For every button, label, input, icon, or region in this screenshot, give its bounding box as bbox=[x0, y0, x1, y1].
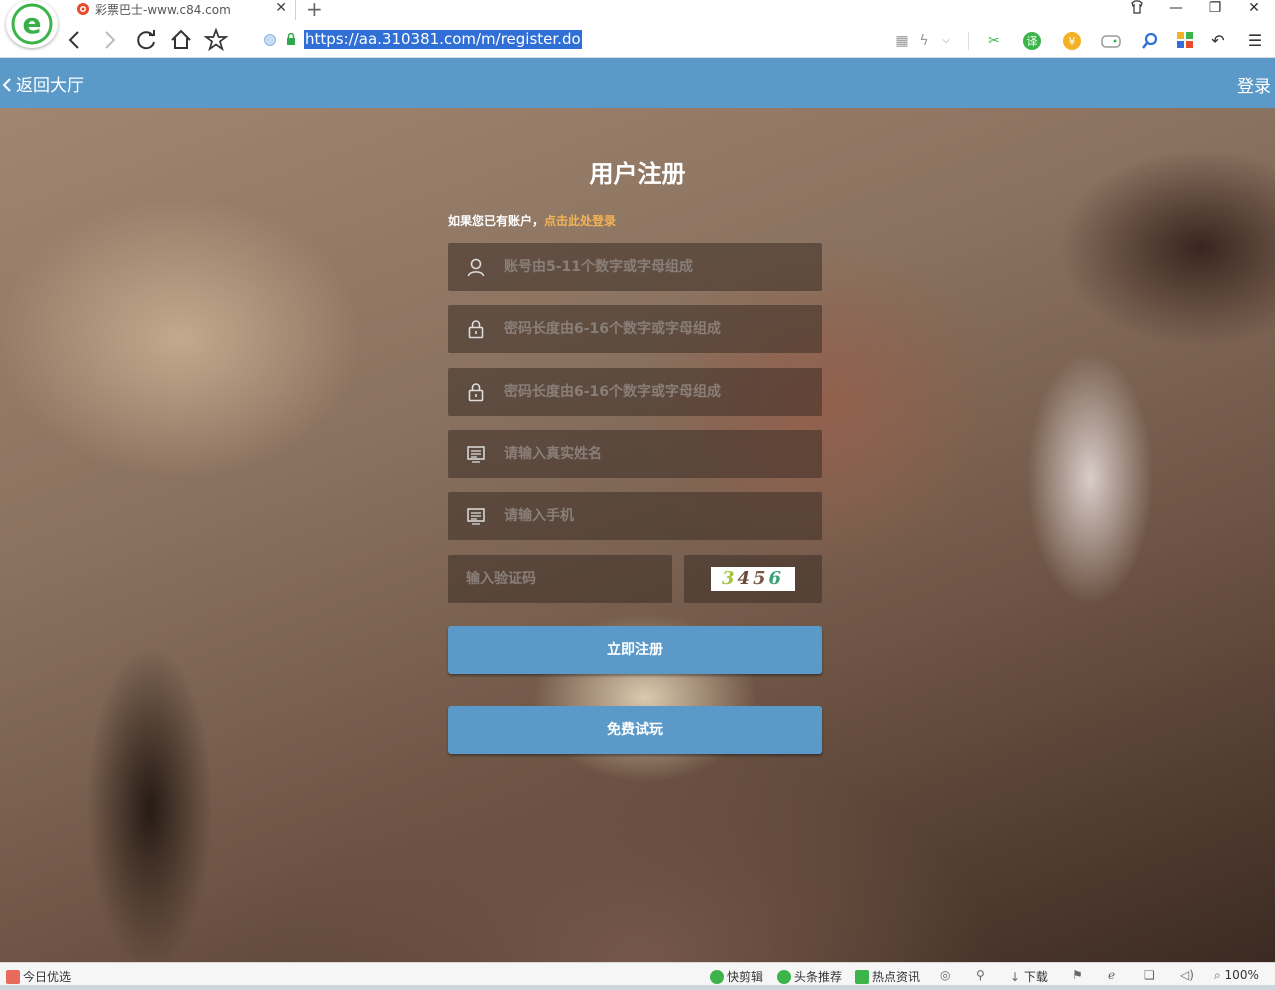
minimize-icon[interactable]: — bbox=[1161, 0, 1191, 16]
star-icon[interactable] bbox=[203, 27, 229, 53]
url-text[interactable]: https://aa.310381.com/m/register.do bbox=[304, 30, 582, 49]
flag-icon[interactable]: ⚑ bbox=[1072, 968, 1083, 982]
quick-cut-label: 快剪辑 bbox=[727, 970, 764, 984]
browser-chrome: e 彩票巴士-www.c84.com ✕ + — ❐ ✕ https://aa.… bbox=[0, 0, 1275, 58]
username-input[interactable] bbox=[504, 243, 804, 291]
scissors-icon[interactable]: ✂ bbox=[984, 31, 1004, 51]
have-account-line: 如果您已有账户，点击此处登录 bbox=[448, 212, 616, 229]
zoom-icon: ⌕ bbox=[1214, 968, 1225, 982]
confirm-password-field bbox=[448, 368, 822, 416]
tab-strip: 彩票巴士-www.c84.com ✕ + bbox=[68, 0, 1275, 21]
forward-icon[interactable] bbox=[96, 27, 122, 53]
today-pick-item[interactable]: 今日优选 bbox=[6, 968, 71, 985]
site-header: 返回大厅 登录 bbox=[0, 58, 1275, 108]
close-tab-icon[interactable]: ✕ bbox=[275, 0, 287, 16]
headline-item[interactable]: 头条推荐 bbox=[777, 968, 842, 985]
password-field bbox=[448, 305, 822, 353]
address-bar[interactable]: https://aa.310381.com/m/register.do bbox=[258, 28, 958, 52]
gift-icon bbox=[6, 970, 20, 984]
id-card-icon bbox=[467, 446, 485, 463]
captcha-digit: 5 bbox=[753, 568, 769, 589]
site-favicon-icon bbox=[77, 3, 89, 15]
phone-input[interactable] bbox=[504, 492, 804, 540]
site-info-icon[interactable] bbox=[264, 34, 276, 46]
lock-icon bbox=[287, 33, 295, 45]
captcha-box: 3456 bbox=[684, 555, 822, 603]
coin-icon[interactable]: ¥ bbox=[1062, 31, 1082, 51]
realname-input[interactable] bbox=[504, 430, 804, 478]
lightning-icon[interactable]: ϟ bbox=[914, 31, 934, 51]
window-icon[interactable]: ❏ bbox=[1144, 968, 1155, 982]
captcha-field bbox=[448, 555, 672, 603]
hot-news-label: 热点资讯 bbox=[872, 970, 921, 984]
headline-label: 头条推荐 bbox=[794, 970, 843, 984]
zoom-item[interactable]: ⌕ 100% bbox=[1214, 968, 1259, 983]
play-icon bbox=[710, 970, 724, 984]
captcha-image[interactable]: 3456 bbox=[711, 567, 795, 591]
gamepad-icon[interactable] bbox=[1100, 31, 1121, 51]
undo-icon[interactable]: ↶ bbox=[1208, 31, 1228, 51]
today-pick-label: 今日优选 bbox=[23, 970, 72, 984]
toolbar-divider bbox=[968, 32, 969, 50]
page-title: 用户注册 bbox=[589, 160, 686, 188]
captcha-digit: 4 bbox=[737, 568, 753, 589]
nav-bar: https://aa.310381.com/m/register.do ▦ ϟ … bbox=[0, 22, 1275, 58]
hot-news-item[interactable]: 热点资讯 bbox=[855, 968, 920, 985]
confirm-password-input[interactable] bbox=[504, 368, 804, 416]
download-label: 下载 bbox=[1023, 970, 1048, 984]
back-icon[interactable] bbox=[62, 27, 88, 53]
back-label: 返回大厅 bbox=[16, 76, 84, 96]
pin-icon[interactable]: ⚲ bbox=[976, 968, 985, 982]
taskbar-edge bbox=[0, 985, 1275, 990]
register-button[interactable]: 立即注册 bbox=[448, 626, 822, 674]
phone-field bbox=[448, 492, 822, 540]
free-trial-button[interactable]: 免费试玩 bbox=[448, 706, 822, 754]
search-icon[interactable] bbox=[1140, 31, 1160, 51]
skin-icon[interactable] bbox=[1122, 0, 1152, 18]
header-login-link[interactable]: 登录 bbox=[1237, 72, 1271, 97]
apps-icon[interactable] bbox=[1175, 31, 1195, 51]
back-to-lobby-link[interactable]: 返回大厅 bbox=[2, 71, 84, 96]
close-window-icon[interactable]: ✕ bbox=[1239, 0, 1269, 16]
download-item[interactable]: ↓ 下载 bbox=[1010, 968, 1048, 985]
have-account-text: 如果您已有账户， bbox=[448, 214, 545, 228]
lock-icon bbox=[468, 320, 484, 339]
captcha-digit: 3 bbox=[721, 568, 738, 589]
realname-field bbox=[448, 430, 822, 478]
login-here-link[interactable]: 点击此处登录 bbox=[544, 214, 616, 228]
captcha-digit: 6 bbox=[768, 568, 785, 589]
chevron-down-icon[interactable]: ⌵ bbox=[936, 31, 956, 51]
news-icon bbox=[855, 970, 869, 984]
speed-icon[interactable]: ◎ bbox=[940, 968, 950, 982]
tab-active[interactable]: 彩票巴士-www.c84.com ✕ bbox=[68, 0, 296, 20]
svg-text:译: 译 bbox=[1027, 35, 1038, 48]
home-icon[interactable] bbox=[168, 27, 194, 53]
translate-icon[interactable]: 译 bbox=[1022, 31, 1042, 51]
ie-icon[interactable]: ℯ bbox=[1108, 968, 1115, 982]
tab-title: 彩票巴士-www.c84.com bbox=[95, 3, 231, 17]
new-tab-icon[interactable]: + bbox=[306, 0, 323, 21]
restore-icon[interactable]: ❐ bbox=[1200, 0, 1230, 16]
reload-icon[interactable] bbox=[133, 27, 159, 53]
menu-icon[interactable]: ☰ bbox=[1245, 31, 1265, 51]
qr-code-icon[interactable]: ▦ bbox=[892, 31, 912, 51]
password-input[interactable] bbox=[504, 305, 804, 353]
lock-icon bbox=[468, 383, 484, 402]
svg-text:¥: ¥ bbox=[1069, 35, 1076, 48]
download-icon: ↓ bbox=[1010, 970, 1024, 984]
chevron-left-icon bbox=[2, 78, 11, 92]
quick-cut-item[interactable]: 快剪辑 bbox=[710, 968, 763, 985]
play-icon bbox=[777, 970, 791, 984]
id-card-icon bbox=[467, 508, 485, 525]
username-field bbox=[448, 243, 822, 291]
user-icon bbox=[467, 258, 485, 277]
volume-icon[interactable]: ◁) bbox=[1180, 968, 1194, 982]
zoom-label: 100% bbox=[1224, 968, 1259, 982]
captcha-input[interactable] bbox=[466, 555, 666, 603]
